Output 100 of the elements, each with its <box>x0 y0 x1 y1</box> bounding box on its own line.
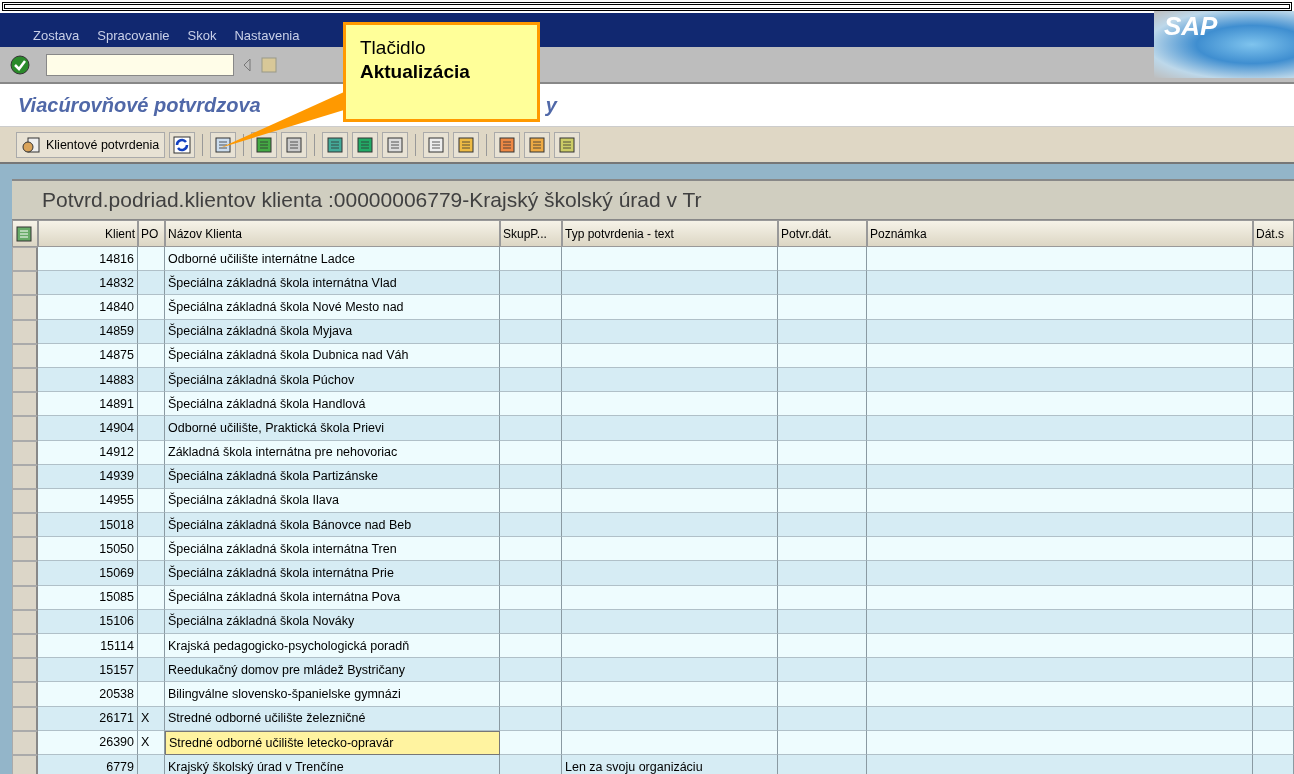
row-selector[interactable] <box>12 295 38 320</box>
row-selector[interactable] <box>12 440 38 465</box>
row-selector[interactable] <box>12 658 38 683</box>
table-cell: 15050 <box>38 537 138 562</box>
table-cell <box>500 464 562 489</box>
column-header[interactable]: Typ potvrdenia - text <box>562 220 778 247</box>
table-cell <box>138 464 165 489</box>
list-button[interactable] <box>281 131 308 158</box>
column-header[interactable]: Klient <box>38 220 138 247</box>
row-selector[interactable] <box>12 706 38 731</box>
filter-button[interactable] <box>382 131 409 158</box>
table-cell: 14859 <box>38 319 138 344</box>
select-all-button[interactable] <box>12 220 38 247</box>
table-cell[interactable]: Reedukačný domov pre mládež Bystričany <box>165 658 500 683</box>
menu-item[interactable]: Nastavenia <box>234 28 300 43</box>
table-cell <box>500 367 562 393</box>
table-cell <box>1253 682 1294 707</box>
grid-button[interactable] <box>494 131 521 158</box>
table-cell[interactable]: Krajská pedagogicko-psychologická poradň <box>165 634 500 659</box>
column-header[interactable]: Dát.s <box>1253 220 1294 247</box>
table-cell[interactable]: Špeciálna základná škola Partizánske <box>165 464 500 489</box>
table-cell: Len za svoju organizáciu <box>562 754 778 774</box>
table-cell <box>500 634 562 659</box>
menu-item[interactable]: Zostava <box>33 28 80 43</box>
sort-button[interactable] <box>322 131 349 158</box>
table-cell[interactable]: Špeciálna základná škola internátna Tren <box>165 537 500 562</box>
row-selector[interactable] <box>12 537 38 562</box>
table-cell[interactable]: Špeciálna základná škola Ilava <box>165 488 500 514</box>
table-cell[interactable]: Odborné učilište, Praktická škola Prievi <box>165 416 500 441</box>
sort-button[interactable] <box>352 131 379 158</box>
table-cell <box>500 682 562 707</box>
table-cell[interactable]: Špeciálna základná škola Púchov <box>165 367 500 393</box>
row-selector[interactable] <box>12 392 38 417</box>
export-button[interactable] <box>453 131 480 158</box>
table-cell[interactable]: Špeciálna základná škola Bánovce nad Beb <box>165 513 500 538</box>
save-icon[interactable] <box>260 55 278 74</box>
table-cell[interactable]: Špeciálna základná škola Nováky <box>165 609 500 634</box>
row-selector[interactable] <box>12 682 38 707</box>
export-button[interactable] <box>423 131 450 158</box>
row-selector[interactable] <box>12 585 38 610</box>
column-header[interactable]: PO <box>138 220 165 247</box>
row-selector[interactable] <box>12 271 38 296</box>
menu-item[interactable]: Skok <box>187 28 217 43</box>
row-selector[interactable] <box>12 464 38 489</box>
row-selector[interactable] <box>12 513 38 538</box>
menu-item[interactable]: Spracovanie <box>97 28 170 43</box>
table-cell: 15106 <box>38 609 138 634</box>
command-field[interactable] <box>46 53 234 76</box>
column-header[interactable]: Názov Klienta <box>165 220 500 247</box>
table-cell: 14832 <box>38 271 138 296</box>
find-button[interactable] <box>210 131 237 158</box>
table-cell[interactable]: Základná škola internátna pre nehovoriac <box>165 440 500 465</box>
table-cell <box>138 247 165 272</box>
row-selector[interactable] <box>12 416 38 441</box>
refresh-button[interactable] <box>169 131 196 158</box>
row-selector[interactable] <box>12 561 38 586</box>
column-header[interactable]: SkupP... <box>500 220 562 247</box>
row-selector[interactable] <box>12 247 38 272</box>
table-cell[interactable]: Špeciálna základná škola Myjava <box>165 319 500 344</box>
table-cell <box>1253 488 1294 514</box>
table-cell[interactable]: Špeciálna základná škola internátna Prie <box>165 561 500 586</box>
table-cell[interactable]: Špeciálna základná škola internátna Vlad <box>165 271 500 296</box>
table-cell <box>500 319 562 344</box>
column-header[interactable]: Potvr.dát. <box>778 220 867 247</box>
row-selector[interactable] <box>12 754 38 774</box>
column-header[interactable]: Poznámka <box>867 220 1253 247</box>
table-cell <box>500 271 562 296</box>
column-button[interactable] <box>554 131 581 158</box>
table-cell[interactable]: Špeciálna základná škola Handlová <box>165 392 500 417</box>
table-cell <box>138 271 165 296</box>
table-cell: 14904 <box>38 416 138 441</box>
person-document-icon <box>22 135 40 154</box>
table-cell[interactable]: Odborné učilište internátne Ladce <box>165 247 500 272</box>
table-cell[interactable]: Bilingválne slovensko-španielske gymnázi <box>165 682 500 707</box>
table-cell <box>1253 295 1294 320</box>
row-selector[interactable] <box>12 319 38 344</box>
table-cell <box>500 440 562 465</box>
table-cell[interactable]: Stredné odborné učilište železničné <box>165 706 500 731</box>
table-cell <box>138 367 165 393</box>
table-cell <box>1253 658 1294 683</box>
row-selector[interactable] <box>12 488 38 514</box>
table-cell: X <box>138 730 165 755</box>
table-cell <box>500 585 562 610</box>
table-cell[interactable]: Špeciálna základná škola Dubnica nad Váh <box>165 343 500 368</box>
check-icon[interactable] <box>10 54 30 75</box>
client-confirmations-button[interactable]: Klientové potvrdenia <box>16 131 166 158</box>
table-cell <box>500 537 562 562</box>
table-cell <box>138 585 165 610</box>
table-cell[interactable]: Špeciálna základná škola internátna Pova <box>165 585 500 610</box>
row-selector[interactable] <box>12 367 38 393</box>
row-selector[interactable] <box>12 634 38 659</box>
row-selector[interactable] <box>12 609 38 634</box>
row-selector[interactable] <box>12 730 38 755</box>
column-button[interactable] <box>524 131 551 158</box>
table-title: Potvrd.podriad.klientov klienta :00000006779-Krajský školský úrad v Tr <box>42 188 702 212</box>
table-cell[interactable]: Špeciálna základná škola Nové Mesto nad <box>165 295 500 320</box>
table-cell[interactable]: Stredné odborné učilište letecko-opravár <box>165 730 500 755</box>
row-selector[interactable] <box>12 343 38 368</box>
table-cell <box>138 609 165 634</box>
table-cell <box>138 319 165 344</box>
